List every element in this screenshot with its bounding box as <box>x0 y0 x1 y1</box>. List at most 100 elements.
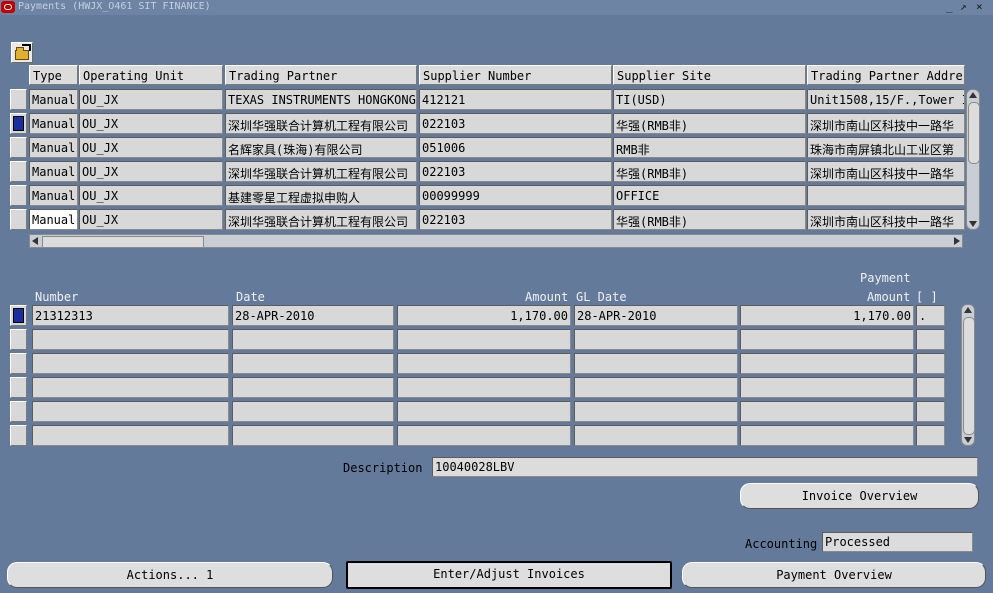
scroll-thumb[interactable] <box>968 102 980 164</box>
supplier-number-cell[interactable]: 412121 <box>419 89 612 110</box>
scroll-left-icon[interactable] <box>32 237 38 245</box>
scroll-right-icon[interactable] <box>954 237 960 245</box>
scroll-down-icon[interactable] <box>964 437 972 443</box>
flag-cell[interactable] <box>916 425 945 446</box>
date-cell[interactable]: 28-APR-2010 <box>232 305 394 326</box>
operating-unit-cell[interactable]: OU_JX <box>79 185 223 206</box>
trading-partner-cell[interactable]: 深圳华强联合计算机工程有限公司 <box>225 209 417 230</box>
gl-date-cell[interactable] <box>574 377 738 398</box>
amount-cell[interactable] <box>397 401 571 422</box>
trading-partner-cell[interactable]: TEXAS INSTRUMENTS HONGKONG <box>225 89 417 110</box>
supplier-site-cell[interactable]: TI(USD) <box>613 89 806 110</box>
payment-amount-cell[interactable] <box>740 353 914 374</box>
minimize-icon[interactable]: _ <box>946 0 953 13</box>
amount-cell[interactable] <box>397 425 571 446</box>
open-folder-icon[interactable] <box>11 42 33 63</box>
supplier-number-cell[interactable]: 022103 <box>419 113 612 134</box>
enter-adjust-invoices-button[interactable]: Enter/Adjust Invoices <box>346 561 672 589</box>
operating-unit-cell[interactable]: OU_JX <box>79 161 223 182</box>
payment-amount-cell[interactable] <box>740 425 914 446</box>
flag-cell[interactable] <box>916 377 945 398</box>
scroll-down-icon[interactable] <box>969 221 977 227</box>
actions-button[interactable]: Actions... 1 <box>7 562 333 588</box>
payment-amount-cell[interactable] <box>740 401 914 422</box>
trading-partner-cell[interactable]: 名辉家具(珠海)有限公司 <box>225 137 417 158</box>
operating-unit-cell[interactable]: OU_JX <box>79 89 223 110</box>
payments-horizontal-scrollbar[interactable] <box>29 234 963 248</box>
number-cell[interactable] <box>32 401 229 422</box>
gl-date-cell[interactable] <box>574 353 738 374</box>
invoice-overview-button[interactable]: Invoice Overview <box>740 483 979 509</box>
payment-amount-cell[interactable] <box>740 377 914 398</box>
flag-cell[interactable]: . <box>916 305 945 326</box>
flag-cell[interactable] <box>916 329 945 350</box>
supplier-number-cell[interactable]: 051006 <box>419 137 612 158</box>
supplier-site-cell[interactable]: OFFICE <box>613 185 806 206</box>
date-cell[interactable] <box>232 329 394 350</box>
supplier-site-cell[interactable]: 华强(RMB非) <box>613 209 806 230</box>
detail-vertical-scrollbar[interactable] <box>961 304 975 446</box>
type-cell[interactable]: Manual <box>29 113 78 134</box>
payment-amount-cell[interactable]: 1,170.00 <box>740 305 914 326</box>
supplier-site-cell[interactable]: RMB非 <box>613 137 806 158</box>
row-indicator[interactable] <box>10 161 27 182</box>
address-cell[interactable]: 深圳市南山区科技中一路华 <box>807 161 965 182</box>
row-indicator[interactable] <box>10 425 27 446</box>
description-field[interactable]: 10040028LBV <box>432 457 978 477</box>
supplier-site-cell[interactable]: 华强(RMB非) <box>613 161 806 182</box>
trading-partner-cell[interactable]: 深圳华强联合计算机工程有限公司 <box>225 113 417 134</box>
number-cell[interactable] <box>32 425 229 446</box>
address-cell[interactable]: Unit1508,15/F.,Tower I <box>807 89 965 110</box>
row-indicator[interactable] <box>10 89 27 110</box>
scroll-thumb[interactable] <box>42 236 204 248</box>
type-cell-focused[interactable]: Manual <box>29 209 78 230</box>
gl-date-cell[interactable] <box>574 425 738 446</box>
address-cell[interactable]: 珠海市南屏镇北山工业区第 <box>807 137 965 158</box>
operating-unit-cell[interactable]: OU_JX <box>79 137 223 158</box>
date-cell[interactable] <box>232 353 394 374</box>
accounting-status-field[interactable]: Processed <box>822 532 973 552</box>
row-indicator[interactable] <box>10 185 27 206</box>
scroll-up-icon[interactable] <box>969 92 977 98</box>
operating-unit-cell[interactable]: OU_JX <box>79 209 223 230</box>
type-cell[interactable]: Manual <box>29 185 78 206</box>
address-cell[interactable]: 深圳市南山区科技中一路华 <box>807 113 965 134</box>
number-cell[interactable] <box>32 353 229 374</box>
number-cell[interactable] <box>32 329 229 350</box>
scroll-thumb[interactable] <box>963 317 975 435</box>
row-indicator-selected[interactable] <box>10 305 27 326</box>
gl-date-cell[interactable] <box>574 329 738 350</box>
supplier-site-cell[interactable]: 华强(RMB非) <box>613 113 806 134</box>
address-cell[interactable] <box>807 185 965 206</box>
payments-vertical-scrollbar[interactable] <box>966 89 980 230</box>
type-cell[interactable]: Manual <box>29 161 78 182</box>
close-icon[interactable]: × <box>976 0 983 13</box>
gl-date-cell[interactable]: 28-APR-2010 <box>574 305 738 326</box>
flag-cell[interactable] <box>916 353 945 374</box>
row-indicator[interactable] <box>10 209 27 230</box>
amount-cell[interactable] <box>397 377 571 398</box>
supplier-number-cell[interactable]: 022103 <box>419 161 612 182</box>
payment-overview-button[interactable]: Payment Overview <box>682 562 986 588</box>
flag-cell[interactable] <box>916 401 945 422</box>
row-indicator[interactable] <box>10 137 27 158</box>
type-cell[interactable]: Manual <box>29 89 78 110</box>
row-indicator[interactable] <box>10 353 27 374</box>
supplier-number-cell[interactable]: 022103 <box>419 209 612 230</box>
gl-date-cell[interactable] <box>574 401 738 422</box>
date-cell[interactable] <box>232 377 394 398</box>
row-indicator[interactable] <box>10 329 27 350</box>
row-indicator-selected[interactable] <box>10 113 27 134</box>
amount-cell[interactable]: 1,170.00 <box>397 305 571 326</box>
amount-cell[interactable] <box>397 353 571 374</box>
row-indicator[interactable] <box>10 401 27 422</box>
date-cell[interactable] <box>232 401 394 422</box>
operating-unit-cell[interactable]: OU_JX <box>79 113 223 134</box>
date-cell[interactable] <box>232 425 394 446</box>
row-indicator[interactable] <box>10 377 27 398</box>
address-cell[interactable]: 深圳市南山区科技中一路华 <box>807 209 965 230</box>
number-cell[interactable] <box>32 377 229 398</box>
restore-icon[interactable]: ↗ <box>960 0 967 13</box>
supplier-number-cell[interactable]: 00099999 <box>419 185 612 206</box>
amount-cell[interactable] <box>397 329 571 350</box>
